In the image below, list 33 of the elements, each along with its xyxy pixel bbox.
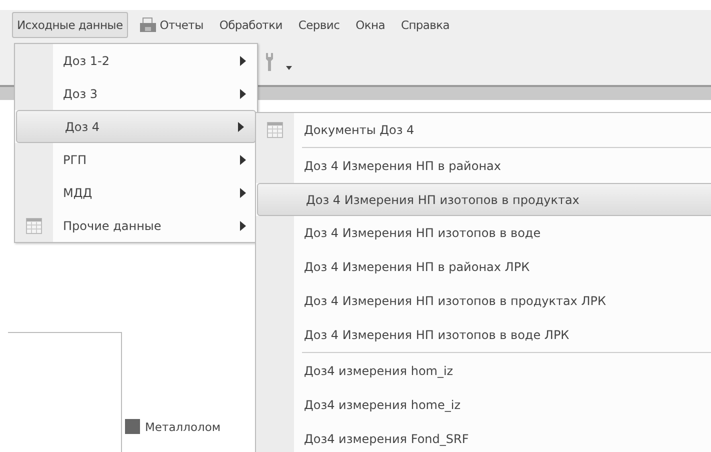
wrench-icon[interactable] [264, 52, 294, 74]
menu-item[interactable]: Обработки [214, 12, 288, 38]
printer-icon [138, 17, 157, 33]
legend-label: Металлолом [145, 420, 221, 434]
menu-item[interactable]: Сервис [293, 12, 345, 38]
menu-item[interactable]: Доз4 измерения Fond_SRF [256, 422, 711, 452]
submenu-arrow-icon [240, 188, 246, 198]
menu-item[interactable]: Документы Доз 4 [256, 113, 711, 147]
menu-item[interactable]: МДД [15, 176, 257, 209]
menu-item[interactable]: Прочие данные [15, 209, 257, 242]
menu-item[interactable]: Исходные данные [12, 12, 128, 38]
menu-item[interactable]: Справка [396, 12, 455, 38]
menu-item[interactable]: Доз 4 Измерения НП в районах ЛРК [256, 250, 711, 284]
submenu-arrow-icon [240, 56, 246, 66]
menu-item[interactable]: Окна [350, 12, 390, 38]
submenu-arrow-icon [240, 220, 246, 230]
menu-item[interactable]: Доз 4 Измерения НП изотопов в воде ЛРК [256, 318, 711, 352]
menu-item[interactable]: Отчеты [134, 12, 208, 38]
menu-item[interactable]: Доз 4 Измерения НП изотопов в продуктах [257, 183, 711, 216]
menu-item[interactable]: Доз4 измерения hom_iz [256, 354, 711, 388]
table-icon [26, 218, 42, 234]
menu-item[interactable]: Доз 4 Измерения НП изотопов в воде [256, 216, 711, 250]
menu-item[interactable]: РГП [15, 143, 257, 176]
menu-item[interactable]: Доз 4 Измерения НП изотопов в продуктах ЛРК [256, 284, 711, 318]
menu-item[interactable]: Доз 3 [15, 77, 257, 110]
submenu-arrow-icon [238, 122, 244, 132]
menu-item[interactable]: Доз 4 [16, 110, 256, 143]
table-icon [267, 122, 283, 138]
menu-item[interactable]: Доз4 измерения home_iz [256, 388, 711, 422]
submenu-arrow-icon [240, 154, 246, 164]
menu-item[interactable]: Доз 1-2 [15, 44, 257, 77]
menu-item[interactable]: Доз 4 Измерения НП в районах [256, 149, 711, 183]
submenu-arrow-icon [240, 88, 246, 98]
